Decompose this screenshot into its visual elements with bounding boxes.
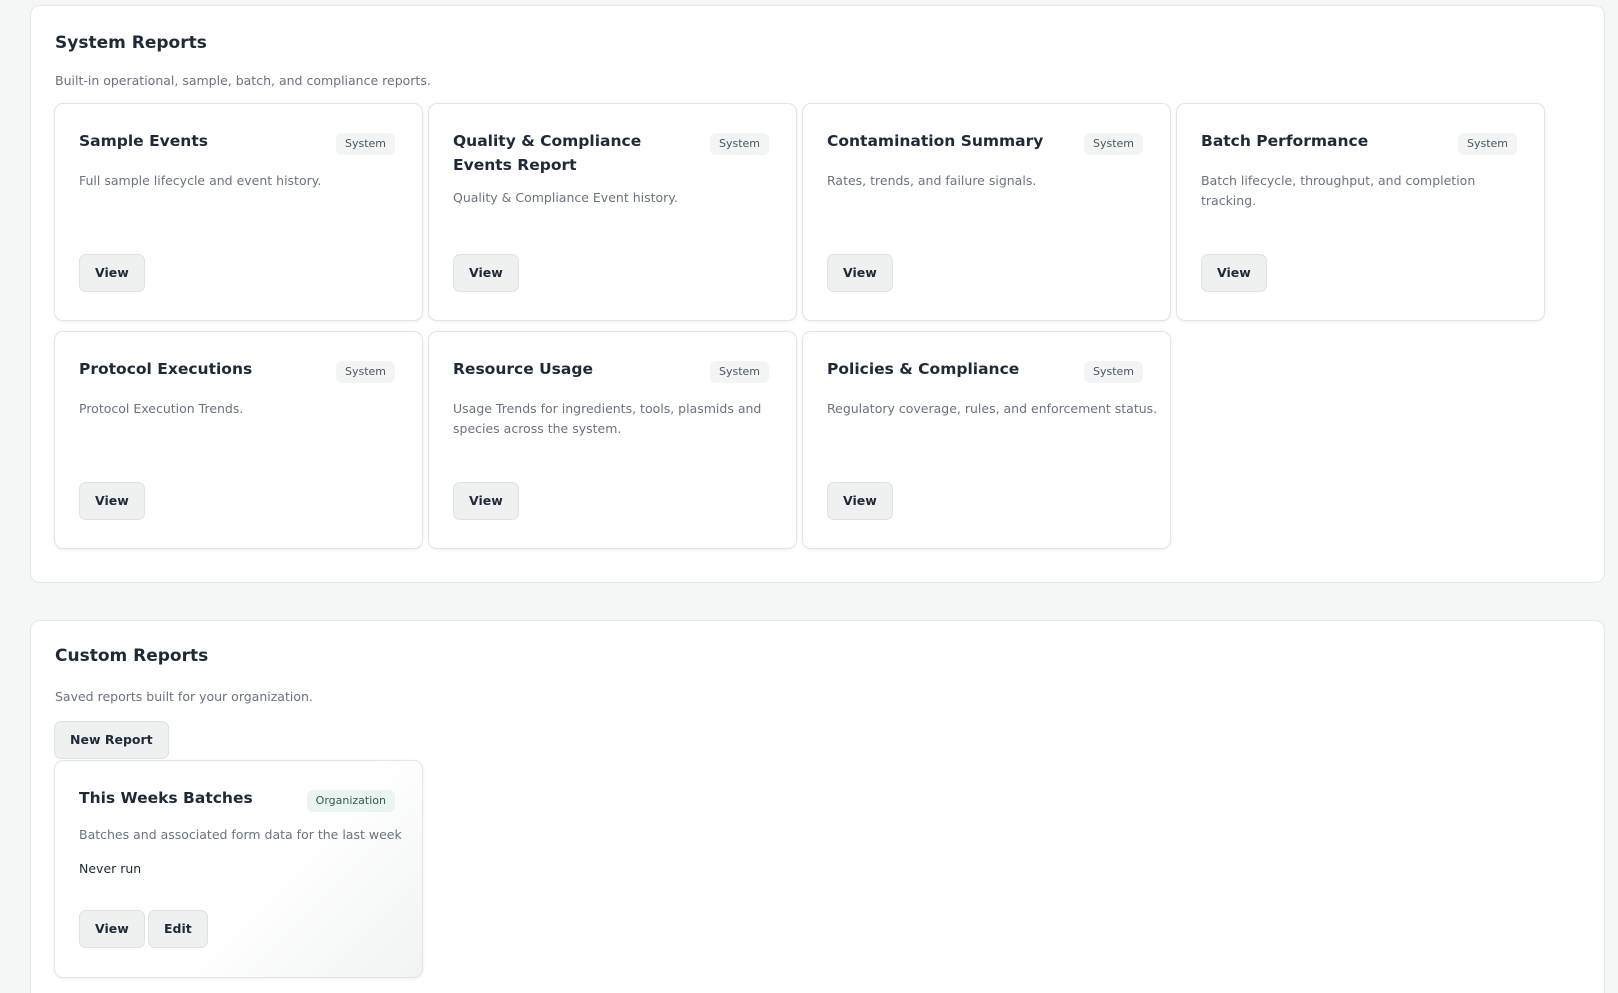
system-badge: System bbox=[709, 133, 769, 155]
edit-button[interactable]: Edit bbox=[148, 910, 208, 948]
system-reports-title: System Reports bbox=[55, 33, 207, 53]
report-card-contamination-summary: Contamination Summary System Rates, tren… bbox=[802, 103, 1171, 321]
report-card-title: Resource Usage bbox=[453, 360, 593, 378]
report-card-description: Quality & Compliance Event history. bbox=[453, 190, 678, 205]
report-card-description: Full sample lifecycle and event history. bbox=[79, 173, 322, 188]
report-card-title: Policies & Compliance bbox=[827, 360, 1020, 378]
report-card-policies-compliance: Policies & Compliance System Regulatory … bbox=[802, 331, 1171, 549]
report-card-title: Contamination Summary bbox=[827, 132, 1044, 150]
report-card-description: Usage Trends for ingredients, tools, pla… bbox=[453, 401, 762, 436]
system-badge: System bbox=[1457, 133, 1517, 155]
view-button[interactable]: View bbox=[827, 482, 893, 520]
view-button[interactable]: View bbox=[79, 482, 145, 520]
report-card-description: Batches and associated form data for the… bbox=[79, 827, 402, 842]
system-badge: System bbox=[335, 133, 395, 155]
report-card-description: Protocol Execution Trends. bbox=[79, 401, 244, 416]
report-card-quality-compliance: Quality & Compliance Events Report Syste… bbox=[428, 103, 797, 321]
custom-reports-section: Custom Reports Saved reports built for y… bbox=[30, 620, 1605, 993]
system-badge: System bbox=[335, 361, 395, 383]
view-button[interactable]: View bbox=[1201, 254, 1267, 292]
new-report-button[interactable]: New Report bbox=[54, 721, 169, 759]
view-button[interactable]: View bbox=[453, 482, 519, 520]
system-badge: System bbox=[1083, 133, 1143, 155]
system-badge: System bbox=[1083, 361, 1143, 383]
report-card-title: This Weeks Batches bbox=[79, 789, 253, 807]
system-reports-section: System Reports Built-in operational, sam… bbox=[30, 5, 1605, 583]
report-card-title: Quality & Compliance Events Report bbox=[453, 132, 642, 174]
report-card-title: Protocol Executions bbox=[79, 360, 253, 378]
reports-page: System Reports Built-in operational, sam… bbox=[0, 0, 1618, 993]
custom-reports-title: Custom Reports bbox=[55, 646, 209, 666]
report-card-sample-events: Sample Events System Full sample lifecyc… bbox=[54, 103, 423, 321]
view-button[interactable]: View bbox=[453, 254, 519, 292]
view-button[interactable]: View bbox=[827, 254, 893, 292]
report-card-resource-usage: Resource Usage System Usage Trends for i… bbox=[428, 331, 797, 549]
custom-reports-description: Saved reports built for your organizatio… bbox=[55, 689, 313, 704]
system-reports-description: Built-in operational, sample, batch, and… bbox=[55, 73, 431, 88]
report-card-description: Regulatory coverage, rules, and enforcem… bbox=[827, 401, 1158, 416]
report-card-title: Batch Performance bbox=[1201, 132, 1369, 150]
system-badge: System bbox=[709, 361, 769, 383]
report-card-title: Sample Events bbox=[79, 132, 208, 150]
last-run-status: Never run bbox=[79, 861, 142, 876]
view-button[interactable]: View bbox=[79, 254, 145, 292]
organization-badge: Organization bbox=[306, 790, 395, 812]
report-card-this-weeks-batches: This Weeks Batches Organization Batches … bbox=[54, 760, 423, 978]
report-card-description: Rates, trends, and failure signals. bbox=[827, 173, 1037, 188]
report-card-batch-performance: Batch Performance System Batch lifecycle… bbox=[1176, 103, 1545, 321]
view-button[interactable]: View bbox=[79, 910, 145, 948]
report-card-protocol-executions: Protocol Executions System Protocol Exec… bbox=[54, 331, 423, 549]
report-card-description: Batch lifecycle, throughput, and complet… bbox=[1201, 173, 1476, 208]
